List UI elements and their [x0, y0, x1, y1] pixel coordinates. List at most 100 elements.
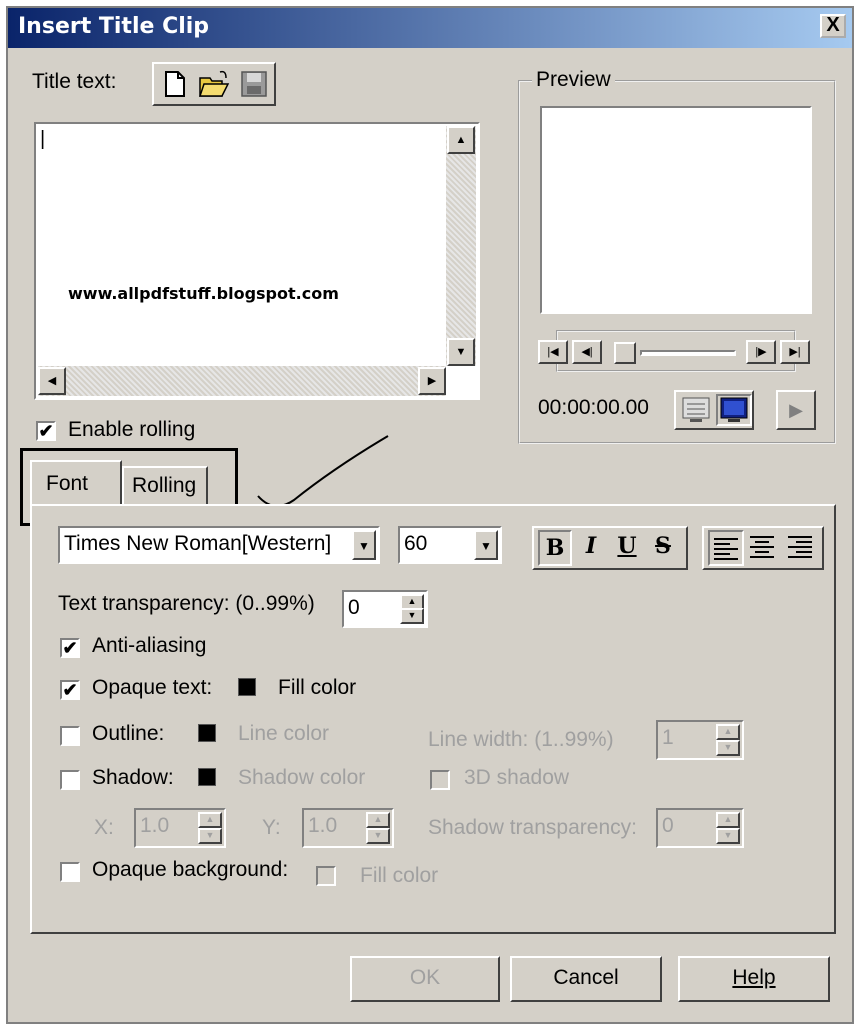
shadow-label: Shadow:: [92, 766, 174, 789]
window-title: Insert Title Clip: [18, 14, 210, 39]
enable-rolling-label: Enable rolling: [68, 418, 196, 441]
italic-button[interactable]: I: [574, 530, 608, 566]
go-to-start-icon[interactable]: |◀: [538, 340, 568, 364]
3d-shadow-checkbox[interactable]: [430, 770, 450, 790]
enable-rolling-checkbox[interactable]: ✔: [36, 421, 56, 441]
bold-button[interactable]: B: [538, 530, 572, 566]
monitor-preview-icon[interactable]: [716, 394, 752, 426]
shadow-x-value: 1.0: [140, 814, 170, 837]
new-document-icon[interactable]: [160, 68, 190, 100]
shadow-x-spinner[interactable]: 1.0 ▲ ▼: [134, 808, 226, 848]
spin-up-icon[interactable]: ▲: [716, 812, 740, 828]
shadow-checkbox[interactable]: [60, 770, 80, 790]
line-color-label: Line color: [238, 722, 330, 745]
text-transparency-spinner[interactable]: 0 ▲ ▼: [342, 590, 428, 628]
spin-up-icon[interactable]: ▲: [198, 812, 222, 828]
step-back-icon[interactable]: ◀|: [572, 340, 602, 364]
opaque-background-checkbox[interactable]: [60, 862, 80, 882]
font-size-select[interactable]: 60 ▼: [398, 526, 502, 564]
outline-label: Outline:: [92, 722, 165, 745]
ok-button[interactable]: OK: [350, 956, 500, 1002]
display-mode-group: [674, 390, 754, 430]
line-color-swatch[interactable]: [198, 724, 216, 742]
spin-up-icon[interactable]: ▲: [716, 724, 740, 740]
title-text-area[interactable]: | www.allpdfstuff.blogspot.com ▲ ▼ ◀ ▶: [34, 122, 480, 400]
playback-slider-thumb[interactable]: [614, 342, 636, 364]
3d-shadow-label: 3D shadow: [464, 766, 570, 789]
line-width-spinner[interactable]: 1 ▲ ▼: [656, 720, 744, 760]
scroll-right-icon[interactable]: ▶: [418, 367, 446, 395]
scroll-up-icon[interactable]: ▲: [447, 126, 475, 154]
opaque-text-checkbox[interactable]: ✔: [60, 680, 80, 700]
fill-color-label: Fill color: [278, 676, 357, 699]
close-icon: X: [826, 14, 840, 36]
align-left-icon[interactable]: [708, 530, 744, 566]
tab-font[interactable]: Font: [30, 460, 122, 508]
shadow-x-label: X:: [94, 816, 114, 839]
save-disk-icon[interactable]: [238, 68, 270, 100]
go-to-end-icon[interactable]: ▶|: [780, 340, 810, 364]
anti-aliasing-checkbox[interactable]: ✔: [60, 638, 80, 658]
text-cursor: |: [40, 128, 46, 150]
shadow-color-swatch[interactable]: [198, 768, 216, 786]
title-bar: Insert Title Clip X: [8, 8, 852, 48]
background-fill-color-label: Fill color: [360, 864, 439, 887]
shadow-color-label: Shadow color: [238, 766, 366, 789]
opaque-text-label: Opaque text:: [92, 676, 213, 699]
font-family-value: Times New Roman[Western]: [64, 532, 332, 555]
scroll-left-icon[interactable]: ◀: [38, 367, 66, 395]
vertical-scrollbar[interactable]: ▲ ▼: [446, 126, 476, 366]
play-icon[interactable]: ▶: [776, 390, 816, 430]
text-transparency-value: 0: [348, 596, 360, 619]
line-width-label: Line width: (1..99%): [428, 728, 614, 751]
spin-down-icon[interactable]: ▼: [366, 828, 390, 844]
text-preview-icon[interactable]: [680, 396, 712, 424]
title-text-label: Title text:: [32, 70, 117, 93]
align-right-icon[interactable]: [784, 530, 820, 566]
spin-up-icon[interactable]: ▲: [366, 812, 390, 828]
tab-font-label: Font: [46, 472, 89, 495]
text-transparency-label: Text transparency: (0..99%): [58, 592, 315, 615]
spin-down-icon[interactable]: ▼: [716, 828, 740, 844]
watermark-text: www.allpdfstuff.blogspot.com: [68, 284, 339, 303]
shadow-y-label: Y:: [262, 816, 281, 839]
insert-title-clip-dialog: Insert Title Clip X Title text: | www.al…: [6, 6, 854, 1024]
font-size-value: 60: [404, 532, 428, 555]
shadow-transparency-spinner[interactable]: 0 ▲ ▼: [656, 808, 744, 848]
step-forward-icon[interactable]: |▶: [746, 340, 776, 364]
open-folder-icon[interactable]: [198, 68, 230, 100]
close-button[interactable]: X: [820, 14, 846, 38]
align-center-icon[interactable]: [746, 530, 782, 566]
horizontal-scrollbar[interactable]: ◀ ▶: [38, 366, 446, 396]
scroll-down-icon[interactable]: ▼: [447, 338, 475, 366]
background-fill-color-checkbox[interactable]: [316, 866, 336, 886]
chevron-down-icon[interactable]: ▼: [474, 530, 498, 560]
fill-color-swatch[interactable]: [238, 678, 256, 696]
font-family-select[interactable]: Times New Roman[Western] ▼: [58, 526, 380, 564]
line-width-value: 1: [662, 726, 674, 749]
cancel-button[interactable]: Cancel: [510, 956, 662, 1002]
help-button[interactable]: Help: [678, 956, 830, 1002]
shadow-transparency-label: Shadow transparency:: [428, 816, 637, 839]
tab-rolling-label: Rolling: [132, 474, 197, 497]
underline-button[interactable]: U: [610, 530, 644, 566]
chevron-down-icon[interactable]: ▼: [352, 530, 376, 560]
alignment-toolbar: [702, 526, 824, 570]
opaque-background-label: Opaque background:: [92, 858, 289, 881]
preview-label: Preview: [532, 68, 615, 92]
shadow-y-spinner[interactable]: 1.0 ▲ ▼: [302, 808, 394, 848]
timecode: 00:00:00.00: [538, 396, 649, 419]
spin-down-icon[interactable]: ▼: [198, 828, 222, 844]
shadow-y-value: 1.0: [308, 814, 338, 837]
spin-down-icon[interactable]: ▼: [400, 608, 424, 624]
tab-rolling[interactable]: Rolling: [122, 466, 208, 506]
anti-aliasing-label: Anti-aliasing: [92, 634, 207, 657]
title-text-toolbar: [152, 62, 276, 106]
playback-slider-track[interactable]: [640, 350, 736, 356]
preview-screen: [540, 106, 812, 314]
shadow-transparency-value: 0: [662, 814, 674, 837]
outline-checkbox[interactable]: [60, 726, 80, 746]
strikethrough-button[interactable]: S: [646, 530, 680, 566]
text-style-toolbar: B I U S: [532, 526, 688, 570]
spin-down-icon[interactable]: ▼: [716, 740, 740, 756]
